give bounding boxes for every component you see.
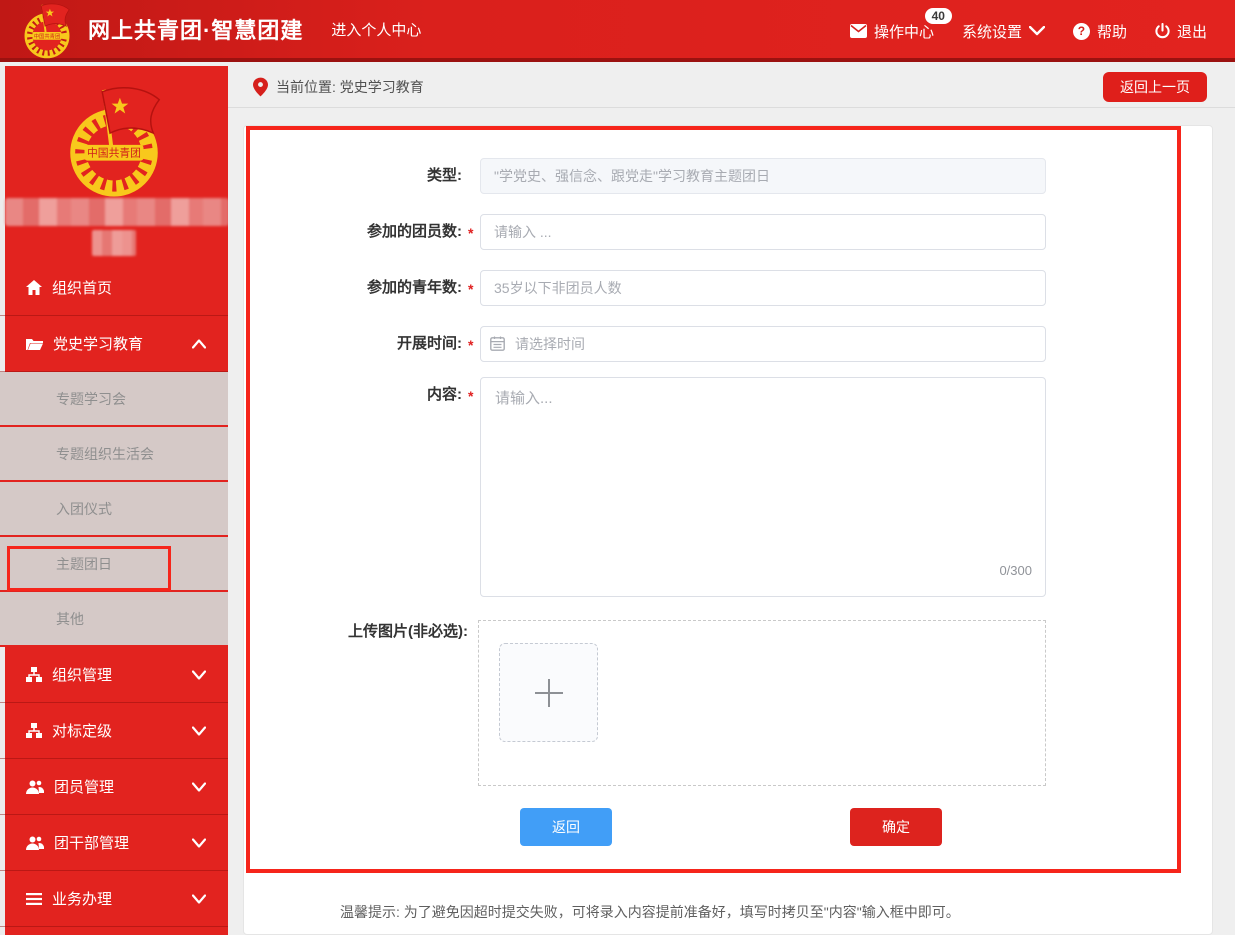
- sidebar-menu: 组织首页 党史学习教育 专题学习会 专题组织生活会 入团仪式 主题团日: [0, 260, 228, 927]
- submenu-item-theme-league-day[interactable]: 主题团日: [0, 537, 228, 592]
- sitemap-icon: [26, 667, 42, 682]
- operations-badge: 40: [925, 8, 952, 24]
- submenu-label: 主题团日: [56, 554, 112, 574]
- submenu-item-joining-ceremony[interactable]: 入团仪式: [0, 482, 228, 537]
- app-title: 网上共青团·智慧团建: [88, 13, 303, 45]
- operations-center-label: 操作中心: [874, 21, 934, 42]
- top-header: 中国共青团 网上共青团·智慧团建 进入个人中心 操作中心 40 系统设置 ? 帮…: [0, 0, 1235, 62]
- form-confirm-button[interactable]: 确定: [850, 808, 942, 846]
- content-textarea[interactable]: [480, 377, 1046, 597]
- form-back-button[interactable]: 返回: [520, 808, 612, 846]
- emblem-banner-text: 中国共青团: [87, 147, 141, 160]
- sidebar-emblem: 中国共青团: [0, 82, 228, 200]
- sidebar-item-label: 对标定级: [52, 720, 112, 741]
- logout-label: 退出: [1177, 21, 1207, 42]
- header-nav: 操作中心 40 系统设置 ? 帮助 退出: [850, 0, 1207, 62]
- submenu-label: 专题组织生活会: [56, 444, 154, 464]
- sidebar-item-party-history-edu[interactable]: 党史学习教育: [0, 316, 228, 372]
- system-settings-label: 系统设置: [962, 21, 1022, 42]
- chevron-down-icon: [192, 894, 206, 903]
- party-history-submenu: 专题学习会 专题组织生活会 入团仪式 主题团日 其他: [0, 372, 228, 647]
- sidebar-item-business[interactable]: 业务办理: [0, 871, 228, 927]
- sidebar-item-label: 组织管理: [52, 664, 112, 685]
- home-icon: [26, 280, 42, 295]
- back-to-previous-button[interactable]: 返回上一页: [1103, 72, 1207, 102]
- users-icon: [26, 836, 44, 850]
- submenu-item-other[interactable]: 其他: [0, 592, 228, 647]
- member-count-label: 参加的团员数:: [262, 214, 462, 250]
- sidebar-item-member-mgmt[interactable]: 团员管理: [0, 759, 228, 815]
- submenu-label: 入团仪式: [56, 499, 112, 519]
- chevron-down-icon: [1029, 26, 1045, 36]
- submenu-item-special-study[interactable]: 专题学习会: [0, 372, 228, 427]
- required-asterisk: *: [468, 377, 473, 415]
- required-asterisk: *: [468, 326, 473, 364]
- chevron-down-icon: [192, 782, 206, 791]
- map-pin-icon: [253, 77, 268, 97]
- type-field[interactable]: [480, 158, 1046, 194]
- upload-add-tile[interactable]: [499, 643, 598, 742]
- submenu-item-org-life-meeting[interactable]: 专题组织生活会: [0, 427, 228, 482]
- char-counter: 0/300: [966, 563, 1032, 578]
- logout-item[interactable]: 退出: [1155, 21, 1207, 42]
- member-count-field[interactable]: [480, 214, 1046, 250]
- org-name-redacted: [5, 198, 228, 226]
- youth-count-field[interactable]: [480, 270, 1046, 306]
- question-circle-icon: ?: [1073, 23, 1090, 40]
- upload-label: 上传图片(非必选):: [262, 622, 468, 642]
- bars-icon: [26, 893, 42, 905]
- type-label: 类型:: [262, 158, 462, 194]
- operations-center-item[interactable]: 操作中心 40: [850, 21, 934, 42]
- envelope-icon: [850, 24, 867, 38]
- sidebar-item-label: 团员管理: [54, 776, 114, 797]
- content-label: 内容:: [262, 377, 462, 413]
- form-row-type: 类型:: [228, 158, 1235, 194]
- org-subname-redacted: [92, 230, 136, 256]
- time-label: 开展时间:: [262, 326, 462, 362]
- sidebar-item-label: 组织首页: [52, 277, 112, 298]
- breadcrumb-bar: 当前位置: 党史学习教育 返回上一页: [228, 66, 1235, 108]
- sidebar-item-cadre-mgmt[interactable]: 团干部管理: [0, 815, 228, 871]
- sidebar-item-label: 团干部管理: [54, 832, 129, 853]
- submenu-label: 其他: [56, 609, 84, 629]
- form-row-upload: 上传图片(非必选):: [228, 620, 1235, 786]
- chevron-down-icon: [192, 670, 206, 679]
- form-row-time: 开展时间: *: [228, 326, 1235, 362]
- form-row-content: 内容: * 0/300: [228, 377, 1235, 597]
- required-asterisk: *: [468, 214, 473, 252]
- form-row-member-count: 参加的团员数: *: [228, 214, 1235, 250]
- plus-icon: [535, 679, 563, 707]
- page: { "colors": { "header_red": "#e2231f", "…: [0, 0, 1235, 935]
- sidebar-item-benchmark[interactable]: 对标定级: [0, 703, 228, 759]
- form-row-youth-count: 参加的青年数: *: [228, 270, 1235, 306]
- league-emblem-logo[interactable]: 中国共青团: [18, 2, 76, 60]
- sidebar-item-label: 业务办理: [52, 888, 112, 909]
- time-picker-field[interactable]: [480, 326, 1046, 362]
- system-settings-item[interactable]: 系统设置: [962, 21, 1045, 42]
- chevron-down-icon: [192, 726, 206, 735]
- sidebar-item-label: 党史学习教育: [53, 333, 143, 354]
- users-icon: [26, 780, 44, 794]
- folder-icon: [26, 337, 43, 351]
- main-content: 当前位置: 党史学习教育 返回上一页 类型: 参加的团员数: * 参加的青年数:…: [228, 66, 1235, 935]
- upload-dropzone: [478, 620, 1046, 786]
- sidebar-item-org-home[interactable]: 组织首页: [0, 260, 228, 316]
- power-icon: [1155, 23, 1170, 39]
- help-item[interactable]: ? 帮助: [1073, 21, 1127, 42]
- required-asterisk: *: [468, 270, 473, 308]
- sitemap-icon: [26, 723, 42, 738]
- submenu-label: 专题学习会: [56, 389, 126, 409]
- chevron-up-icon: [192, 339, 206, 348]
- chevron-down-icon: [192, 838, 206, 847]
- help-label: 帮助: [1097, 21, 1127, 42]
- footer-hint: 温馨提示: 为了避免因超时提交失败，可将录入内容提前准备好，填写时拷贝至"内容"…: [340, 902, 960, 922]
- sidebar-item-org-mgmt[interactable]: 组织管理: [0, 647, 228, 703]
- breadcrumb: 当前位置: 党史学习教育: [276, 66, 424, 108]
- enter-personal-center-link[interactable]: 进入个人中心: [331, 19, 421, 40]
- youth-count-label: 参加的青年数:: [262, 270, 462, 306]
- sidebar: 中国共青团 组织首页 党史学习教育 专题学习会 专题组织: [0, 66, 228, 935]
